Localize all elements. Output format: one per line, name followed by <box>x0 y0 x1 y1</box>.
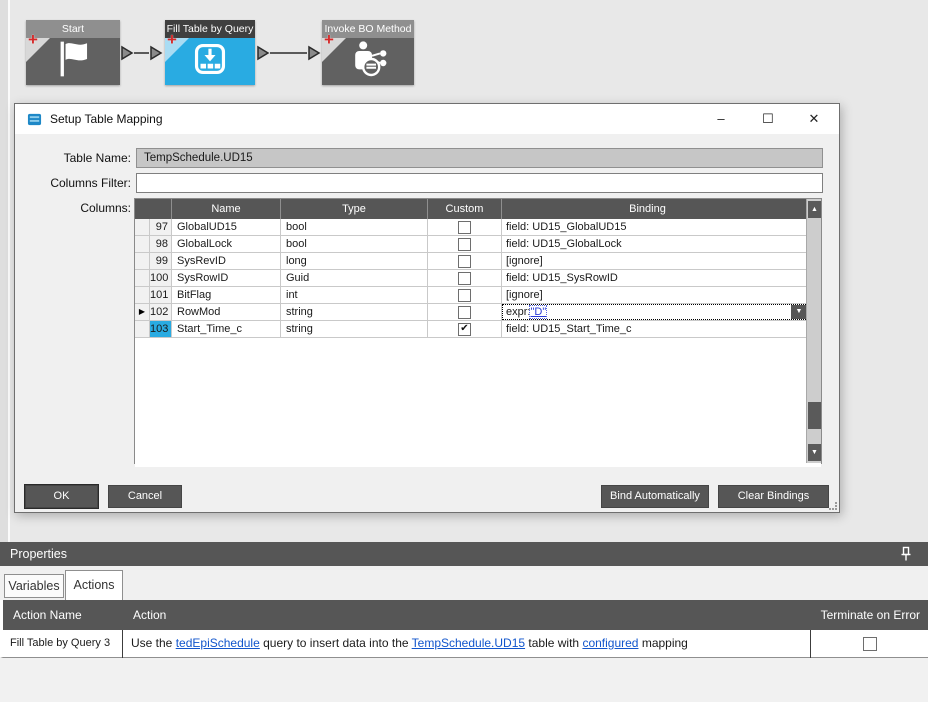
tab-actions[interactable]: Actions <box>65 570 123 600</box>
resize-grip[interactable] <box>829 502 837 510</box>
query-link[interactable]: tedEpiSchedule <box>176 636 260 650</box>
table-row-active[interactable]: ▶ 102 RowMod string expr:"D" ▼ <box>135 304 821 321</box>
maximize-icon[interactable]: ☐ <box>753 104 783 133</box>
grid-header-name[interactable]: Name <box>172 199 281 219</box>
bind-automatically-button[interactable]: Bind Automatically <box>601 485 709 508</box>
scroll-up-icon[interactable]: ▲ <box>808 201 821 218</box>
custom-checkbox[interactable]: ✔ <box>458 322 471 336</box>
binding-cell[interactable]: field: UD15_GlobalLock <box>502 236 808 252</box>
columns-filter-input[interactable] <box>136 173 823 193</box>
custom-checkbox[interactable] <box>458 288 471 302</box>
binding-cell[interactable]: field: UD15_Start_Time_c <box>502 321 808 337</box>
chevron-down-icon: ▼ <box>795 308 803 315</box>
action-name-cell: Fill Table by Query 3 <box>10 637 111 649</box>
expression-link[interactable]: "D" <box>529 305 548 319</box>
table-link[interactable]: TempSchedule.UD15 <box>412 636 525 650</box>
terminate-on-error-checkbox[interactable] <box>862 637 877 651</box>
table-name-field: TempSchedule.UD15 <box>136 148 823 168</box>
close-icon[interactable]: ✕ <box>799 104 829 133</box>
properties-title: Properties <box>10 547 67 561</box>
actions-grid-header: Action Name Action Terminate on Error <box>0 600 928 630</box>
app-window-icon <box>27 112 42 127</box>
grid-header-row: Name Type Custom Binding <box>135 199 821 219</box>
table-row[interactable]: 100 SysRowID Guid field: UD15_SysRowID <box>135 270 821 287</box>
binding-dropdown-button[interactable]: ▼ <box>791 305 807 319</box>
properties-panel: Properties Variables Actions Action Name… <box>0 542 928 702</box>
custom-checkbox[interactable] <box>458 254 471 268</box>
workflow-connectors <box>121 45 321 61</box>
row-number: 99 <box>150 253 172 269</box>
table-row[interactable]: 98 GlobalLock bool field: UD15_GlobalLoc… <box>135 236 821 253</box>
scrollbar-thumb[interactable] <box>808 402 821 429</box>
custom-checkbox[interactable] <box>458 220 471 234</box>
properties-titlebar[interactable]: Properties <box>0 542 928 566</box>
binding-cell[interactable]: field: UD15_GlobalUD15 <box>502 219 808 235</box>
binding-cell[interactable]: [ignore] <box>502 287 808 303</box>
clear-bindings-button[interactable]: Clear Bindings <box>718 485 829 508</box>
grid-header-type[interactable]: Type <box>281 199 428 219</box>
header-action[interactable]: Action <box>133 600 166 630</box>
row-number: 97 <box>150 219 172 235</box>
active-row-indicator-icon: ▶ <box>138 307 146 316</box>
row-number: 101 <box>150 287 172 303</box>
grid-header-binding[interactable]: Binding <box>502 199 793 219</box>
vertical-scrollbar[interactable]: ▲ ▼ <box>806 199 821 463</box>
binding-cell-editing[interactable]: expr:"D" ▼ <box>502 304 808 320</box>
minimize-icon[interactable]: – <box>706 104 736 133</box>
dialog-title: Setup Table Mapping <box>50 112 163 126</box>
binding-cell[interactable]: [ignore] <box>502 253 808 269</box>
configured-mapping-link[interactable]: configured <box>582 636 638 650</box>
properties-tabstrip: Variables Actions <box>0 566 928 600</box>
pin-icon[interactable] <box>898 546 914 562</box>
columns-label: Columns: <box>80 201 131 215</box>
action-description-cell: Use the tedEpiSchedule query to insert d… <box>122 630 810 658</box>
row-number: 98 <box>150 236 172 252</box>
column-mapping-grid: Name Type Custom Binding 97 GlobalUD15 b… <box>134 198 822 467</box>
header-action-name[interactable]: Action Name <box>13 600 82 630</box>
table-row[interactable]: 101 BitFlag int [ignore] <box>135 287 821 304</box>
row-number-selected: 103 <box>150 321 172 337</box>
custom-checkbox[interactable] <box>458 271 471 285</box>
table-row[interactable]: 97 GlobalUD15 bool field: UD15_GlobalUD1… <box>135 219 821 236</box>
table-row[interactable]: 103 Start_Time_c string ✔ field: UD15_St… <box>135 321 821 338</box>
header-terminate-on-error[interactable]: Terminate on Error <box>821 600 920 630</box>
grid-header-blank <box>135 199 172 219</box>
tab-variables[interactable]: Variables <box>4 574 64 598</box>
row-number: 100 <box>150 270 172 286</box>
table-name-label: Table Name: <box>63 151 131 165</box>
binding-cell[interactable]: field: UD15_SysRowID <box>502 270 808 286</box>
terminate-cell <box>810 630 928 658</box>
cancel-button[interactable]: Cancel <box>108 485 182 508</box>
action-row[interactable]: Fill Table by Query 3 Use the tedEpiSche… <box>0 630 928 658</box>
table-row[interactable]: 99 SysRevID long [ignore] <box>135 253 821 270</box>
grid-empty-area <box>135 338 821 467</box>
custom-checkbox[interactable] <box>458 237 471 251</box>
columns-filter-label: Columns Filter: <box>50 176 131 190</box>
row-number: 102 <box>150 304 172 320</box>
setup-table-mapping-dialog: Setup Table Mapping – ☐ ✕ Table Name: Te… <box>14 103 840 513</box>
custom-checkbox[interactable] <box>458 305 471 319</box>
dialog-titlebar[interactable]: Setup Table Mapping – ☐ ✕ <box>15 104 839 134</box>
scroll-down-icon[interactable]: ▼ <box>808 444 821 461</box>
grid-header-custom[interactable]: Custom <box>428 199 502 219</box>
ok-button[interactable]: OK <box>25 485 98 508</box>
